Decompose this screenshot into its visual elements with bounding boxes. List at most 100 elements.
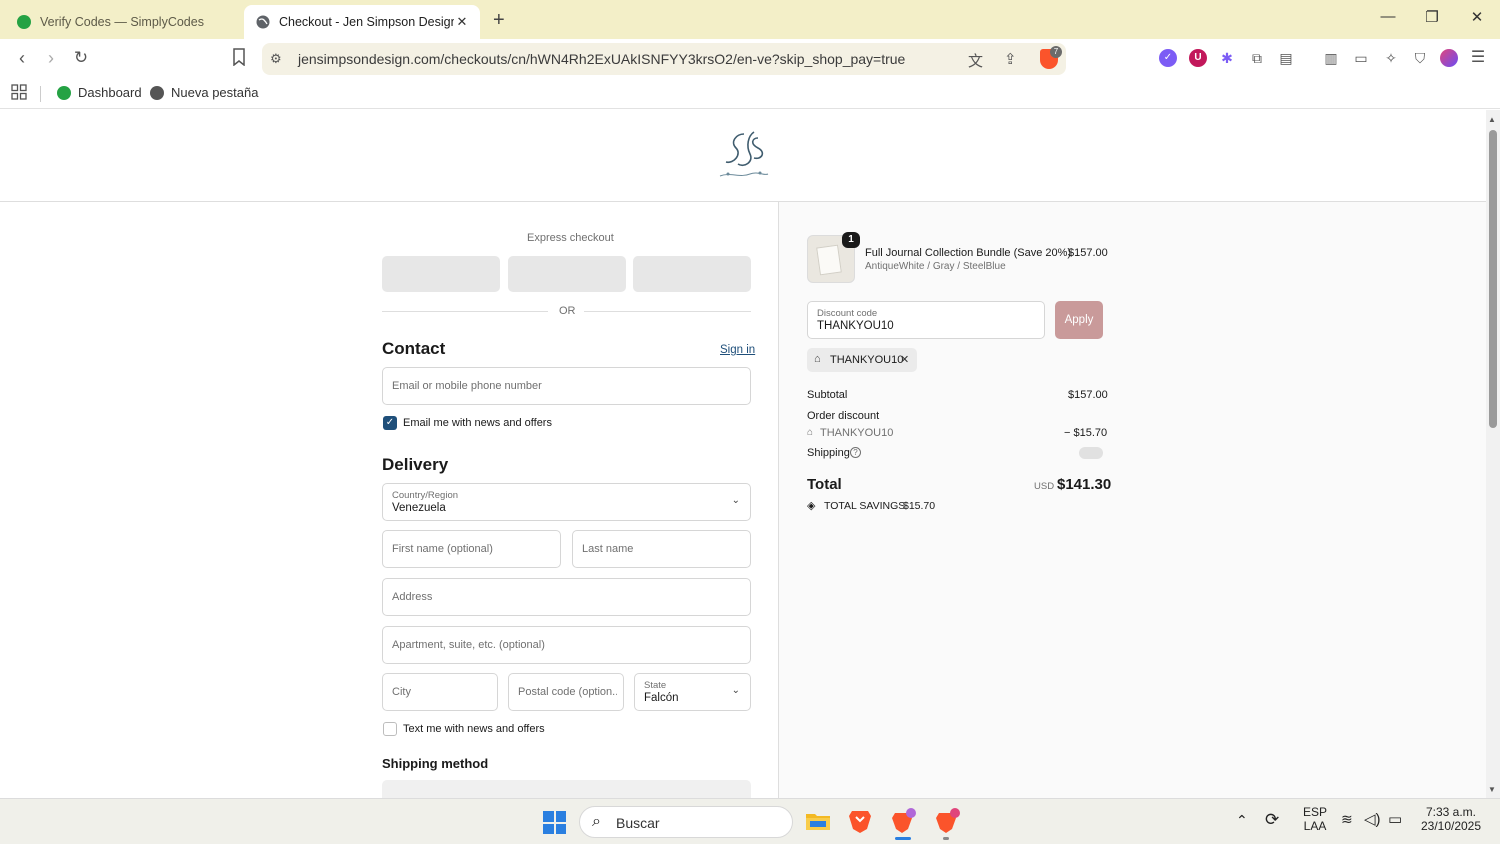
extensions-puzzle-icon[interactable]: ⧉ bbox=[1248, 49, 1266, 67]
menu-icon[interactable]: ☰ bbox=[1469, 49, 1487, 67]
contact-heading: Contact bbox=[382, 339, 446, 358]
open-app-indicator bbox=[943, 837, 949, 840]
email-placeholder: Email or mobile phone number bbox=[392, 380, 542, 392]
postal-code-field[interactable]: Postal code (option... bbox=[508, 673, 624, 711]
sync-icon[interactable]: ⟳ bbox=[1265, 810, 1279, 830]
total-label: Total bbox=[807, 476, 842, 493]
order-discount-label: Order discount bbox=[807, 410, 880, 422]
search-icon: ⌕ bbox=[592, 813, 601, 830]
address-field[interactable]: Address bbox=[382, 578, 751, 616]
brave-profile-icon-2[interactable] bbox=[933, 807, 961, 835]
state-value: Falcón bbox=[644, 692, 679, 704]
translate-icon[interactable]: 文 bbox=[968, 50, 983, 71]
battery-icon[interactable]: ▭ bbox=[1388, 810, 1402, 828]
leo-ai-icon[interactable]: ✧ bbox=[1382, 49, 1400, 67]
bookmarks-bar: Dashboard Nueva pestaña bbox=[0, 79, 1500, 109]
sidebar-icon[interactable]: ▥ bbox=[1322, 49, 1340, 67]
delivery-heading: Delivery bbox=[382, 455, 449, 474]
last-name-placeholder: Last name bbox=[582, 543, 634, 555]
bookmark-icon[interactable] bbox=[228, 48, 250, 71]
help-icon[interactable]: ? bbox=[850, 447, 861, 458]
apartment-field[interactable]: Apartment, suite, etc. (optional) bbox=[382, 626, 751, 664]
site-settings-icon[interactable]: ⚙ bbox=[270, 51, 282, 67]
restore-icon[interactable]: ❐ bbox=[1422, 8, 1442, 26]
or-divider-right bbox=[584, 311, 751, 312]
subtotal-value: $157.00 bbox=[1068, 389, 1108, 401]
apartment-placeholder: Apartment, suite, etc. (optional) bbox=[392, 639, 545, 651]
express-pay-button-2[interactable] bbox=[508, 256, 626, 292]
express-pay-button-1[interactable] bbox=[382, 256, 500, 292]
total-value: $141.30 bbox=[1057, 476, 1112, 493]
postal-placeholder: Postal code (option... bbox=[518, 686, 617, 698]
last-name-field[interactable]: Last name bbox=[572, 530, 751, 568]
extension-gear-icon[interactable]: ✱ bbox=[1218, 49, 1236, 67]
apply-button[interactable]: Apply bbox=[1055, 301, 1103, 339]
file-explorer-icon[interactable] bbox=[804, 807, 832, 835]
sms-checkbox[interactable] bbox=[383, 722, 397, 736]
sign-in-link[interactable]: Sign in bbox=[720, 344, 755, 356]
address-bar[interactable]: ⚙ jensimpsondesign.com/checkouts/cn/hWN4… bbox=[262, 43, 1066, 75]
clock[interactable]: 7:33 a.m. 23/10/2025 bbox=[1414, 805, 1488, 833]
newsletter-checkbox[interactable]: ✓ bbox=[383, 416, 397, 430]
scrollbar-thumb[interactable] bbox=[1489, 130, 1497, 428]
product-name: Full Journal Collection Bundle (Save 20%… bbox=[865, 247, 1072, 259]
search-text: Buscar bbox=[616, 815, 660, 831]
wifi-icon[interactable]: ≋ bbox=[1341, 811, 1353, 828]
reading-list-icon[interactable]: ▤ bbox=[1277, 49, 1295, 67]
savings-tag-icon: ◈ bbox=[807, 500, 816, 512]
order-discount-code: THANKYOU10 bbox=[820, 427, 894, 439]
tab-bar: Verify Codes — SimplyCodes Checkout - Je… bbox=[0, 0, 1500, 39]
address-placeholder: Address bbox=[392, 591, 433, 603]
scroll-down-icon[interactable]: ▼ bbox=[1488, 785, 1496, 794]
email-field[interactable]: Email or mobile phone number bbox=[382, 367, 751, 405]
ublock-icon[interactable]: U bbox=[1189, 49, 1207, 67]
savings-label: TOTAL SAVINGS bbox=[824, 500, 906, 512]
back-icon[interactable]: ‹ bbox=[11, 48, 33, 69]
store-logo[interactable] bbox=[714, 128, 774, 186]
dashboard-favicon-icon bbox=[57, 85, 71, 100]
tag-icon: ⌂ bbox=[814, 353, 821, 365]
brave-browser-icon[interactable] bbox=[846, 807, 874, 835]
profile-icon[interactable] bbox=[1440, 49, 1458, 67]
minimize-icon[interactable]: — bbox=[1378, 8, 1398, 25]
windows-start-icon[interactable] bbox=[543, 811, 566, 834]
country-select[interactable]: Country/Region Venezuela ⌄ bbox=[382, 483, 751, 521]
state-select[interactable]: State Falcón ⌄ bbox=[634, 673, 751, 711]
new-tab-button[interactable]: + bbox=[493, 9, 505, 32]
applied-code: THANKYOU10 bbox=[830, 354, 904, 366]
brave-profile-icon-1[interactable] bbox=[889, 807, 917, 835]
sms-label: Text me with news and offers bbox=[403, 723, 545, 735]
language-indicator[interactable]: ESP LAA bbox=[1300, 805, 1330, 833]
taskbar-search[interactable]: ⌕ Buscar bbox=[579, 806, 793, 838]
extension-purple-icon[interactable]: ✓ bbox=[1159, 49, 1177, 67]
wallet-icon[interactable]: ▭ bbox=[1352, 49, 1370, 67]
city-field[interactable]: City bbox=[382, 673, 498, 711]
simplycodes-favicon-icon bbox=[17, 15, 31, 29]
discount-code-field[interactable]: Discount code THANKYOU10 bbox=[807, 301, 1045, 339]
tab-checkout[interactable]: Checkout - Jen Simpson Design, ✕ bbox=[244, 5, 480, 39]
reload-icon[interactable]: ↻ bbox=[70, 48, 92, 68]
clock-time: 7:33 a.m. bbox=[1425, 805, 1477, 819]
shield-count-badge: 7 bbox=[1050, 46, 1062, 58]
vpn-icon[interactable]: ⛉ bbox=[1411, 49, 1429, 67]
or-divider-left bbox=[382, 311, 548, 312]
close-tab-icon[interactable]: ✕ bbox=[454, 14, 470, 30]
url-text[interactable]: jensimpsondesign.com/checkouts/cn/hWN4Rh… bbox=[298, 51, 905, 67]
apps-grid-icon[interactable] bbox=[11, 84, 27, 100]
forward-icon[interactable]: › bbox=[40, 48, 62, 69]
volume-icon[interactable]: ◁) bbox=[1364, 810, 1381, 828]
globe-icon bbox=[256, 15, 270, 29]
express-pay-button-3[interactable] bbox=[633, 256, 751, 292]
tab-simplycodes[interactable]: Verify Codes — SimplyCodes bbox=[10, 5, 240, 39]
share-icon[interactable]: ⇪ bbox=[1004, 50, 1017, 68]
close-window-icon[interactable]: ✕ bbox=[1467, 8, 1487, 26]
remove-discount-icon[interactable]: ✕ bbox=[900, 353, 909, 366]
product-price: $157.00 bbox=[1068, 247, 1108, 259]
bookmark-dashboard[interactable]: Dashboard bbox=[57, 85, 142, 100]
clock-date: 23/10/2025 bbox=[1420, 819, 1482, 833]
chevron-up-icon[interactable]: ⌃ bbox=[1236, 812, 1248, 829]
scroll-up-icon[interactable]: ▲ bbox=[1488, 115, 1496, 124]
first-name-field[interactable]: First name (optional) bbox=[382, 530, 561, 568]
shipping-method-placeholder bbox=[382, 780, 751, 798]
bookmark-nueva-pestana[interactable]: Nueva pestaña bbox=[150, 85, 258, 100]
